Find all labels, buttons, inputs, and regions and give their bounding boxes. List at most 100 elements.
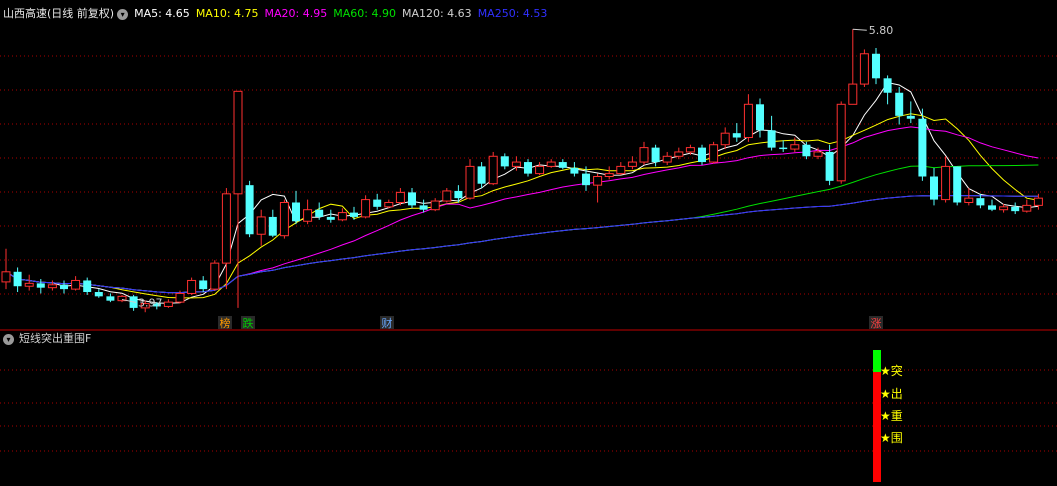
candle-body — [199, 280, 208, 290]
candle-body — [373, 199, 382, 207]
candle-body — [292, 202, 300, 222]
candle-body — [350, 212, 358, 217]
candle — [279, 199, 289, 239]
candle-body — [790, 144, 800, 150]
ma60-line — [5, 164, 1039, 294]
candle — [106, 293, 115, 303]
candle-body — [906, 115, 915, 119]
candle — [430, 198, 440, 212]
candle-body — [616, 165, 626, 175]
candle — [743, 94, 753, 142]
candle — [210, 260, 220, 291]
candle — [604, 166, 614, 180]
candle-body — [999, 206, 1009, 211]
candle — [373, 193, 382, 210]
candle — [256, 209, 266, 246]
chevron-down-icon[interactable]: ▾ — [3, 333, 14, 345]
candle — [802, 141, 811, 160]
event-marker: 榜 — [220, 316, 231, 330]
chart-canvas[interactable]: 5.80 3.97 榜跌 财 涨 ★突 ★出 ★重 ★围 — [0, 0, 1057, 486]
candle-body — [918, 118, 927, 177]
candle — [593, 173, 603, 203]
candle-body — [24, 282, 34, 287]
chart-period: (日线 前复权) — [47, 7, 115, 20]
candle — [988, 199, 996, 212]
candle — [964, 188, 974, 206]
price-annotation: 5.80 — [869, 24, 894, 37]
candle — [337, 208, 347, 222]
ma-values: MA5: 4.65 MA10: 4.75 MA20: 4.95 MA60: 4.90 M… — [134, 7, 553, 20]
candle — [883, 75, 892, 105]
moving-average-lines — [5, 82, 1039, 304]
candle-body — [964, 197, 974, 203]
candle-body — [419, 205, 428, 210]
candle — [627, 156, 637, 170]
candle-body — [60, 284, 68, 290]
candle-body — [256, 216, 266, 235]
candle-body — [36, 283, 45, 288]
ma-value: MA20: 4.95 — [264, 7, 328, 20]
candle — [524, 159, 532, 177]
candle-body — [326, 216, 335, 220]
candle-body — [709, 144, 719, 163]
candle-body — [1, 271, 11, 283]
signal-label: ★出 — [880, 387, 903, 401]
candle-body — [430, 200, 440, 211]
candle-body — [337, 212, 347, 221]
ma10-line — [5, 113, 1039, 299]
candle-body — [836, 103, 846, 182]
candle — [1011, 202, 1020, 215]
candle-body — [941, 165, 951, 201]
candle-body — [315, 209, 324, 217]
candle — [639, 141, 649, 165]
candle-body — [685, 147, 695, 153]
candle — [500, 153, 509, 170]
candle-body — [408, 192, 416, 206]
candle-body — [245, 185, 254, 235]
candle — [546, 159, 556, 168]
candle — [395, 188, 405, 206]
event-marker: 财 — [382, 316, 393, 330]
annotation-leader — [852, 28, 867, 31]
candle-body — [384, 201, 394, 208]
candle-body — [442, 190, 452, 202]
candle-body — [756, 104, 764, 131]
signal-label: ★突 — [880, 363, 903, 378]
candle-body — [465, 165, 475, 199]
candle-body — [558, 162, 567, 168]
candle — [60, 280, 68, 294]
candlesticks — [1, 29, 1043, 313]
ma-value: MA5: 4.65 — [134, 7, 190, 20]
candle — [790, 137, 800, 152]
candle-body — [582, 173, 590, 186]
candle-body — [83, 280, 92, 293]
chevron-down-icon[interactable]: ▾ — [117, 8, 129, 20]
candle-body — [627, 161, 637, 167]
candle-body — [395, 191, 405, 203]
candle — [129, 294, 138, 311]
candle — [930, 167, 938, 206]
candle — [732, 123, 741, 142]
candle — [662, 151, 672, 165]
candle-body — [221, 193, 231, 264]
candle-body — [767, 130, 776, 148]
candle-body — [477, 166, 486, 184]
candle-body — [639, 147, 649, 163]
ma-value: MA60: 4.90 — [333, 7, 396, 20]
candle-body — [570, 167, 579, 174]
candle-body — [500, 156, 509, 167]
candle-body — [233, 90, 243, 195]
candle — [13, 267, 22, 293]
candle — [442, 188, 452, 203]
candle-body — [1033, 197, 1043, 206]
candle — [199, 276, 208, 293]
candle — [454, 185, 463, 203]
candle — [836, 101, 846, 184]
candle-body — [848, 83, 858, 105]
candle — [117, 294, 127, 303]
candle — [408, 188, 416, 209]
candle-body — [175, 292, 185, 303]
candle-body — [859, 53, 869, 85]
signal-label: ★重 — [880, 409, 903, 423]
candle — [1, 248, 11, 290]
